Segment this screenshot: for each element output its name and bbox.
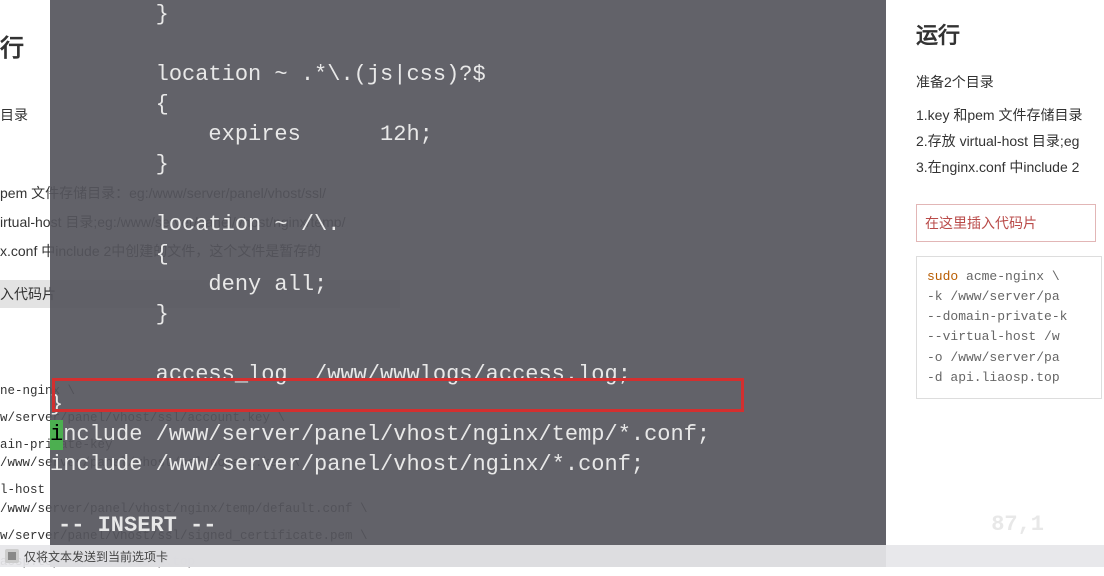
right-heading: 运行	[916, 18, 1104, 62]
code-line: --virtual-host /w	[927, 327, 1101, 347]
right-list-item: 1.key 和pem 文件存储目录	[916, 102, 1104, 128]
right-code-block: sudo acme-nginx \ -k /www/server/pa --do…	[916, 256, 1102, 399]
code-keyword: sudo	[927, 269, 958, 284]
vim-mode-status: -- INSERT --	[50, 511, 886, 541]
right-article: 运行 准备2个目录 1.key 和pem 文件存储目录 2.存放 virtual…	[908, 0, 1104, 399]
right-list-item: 3.在nginx.conf 中include 2	[916, 154, 1104, 180]
code-line: -d api.liaosp.top	[927, 368, 1101, 388]
tab-bar-text: 仅将文本发送到当前选项卡	[24, 548, 168, 565]
code-line: -o /www/server/pa	[927, 348, 1101, 368]
tab-app-icon[interactable]	[5, 549, 19, 563]
terminal-tab-bar[interactable]: 仅将文本发送到当前选项卡	[0, 545, 1104, 567]
right-subheading: 准备2个目录	[916, 62, 1104, 102]
terminal-editor[interactable]: } location ~ .*\.(js|css)?$ { expires 12…	[50, 0, 886, 567]
terminal-content: } location ~ .*\.(js|css)?$ { expires 12…	[50, 0, 886, 480]
right-list-item: 2.存放 virtual-host 目录;eg	[916, 128, 1104, 154]
insert-code-placeholder[interactable]: 在这里插入代码片	[916, 204, 1096, 242]
cursor-block: i	[50, 420, 63, 450]
vim-cursor-position: 87,1	[991, 512, 1044, 537]
code-line: -k /www/server/pa	[927, 287, 1101, 307]
code-line: --domain-private-k	[927, 307, 1101, 327]
